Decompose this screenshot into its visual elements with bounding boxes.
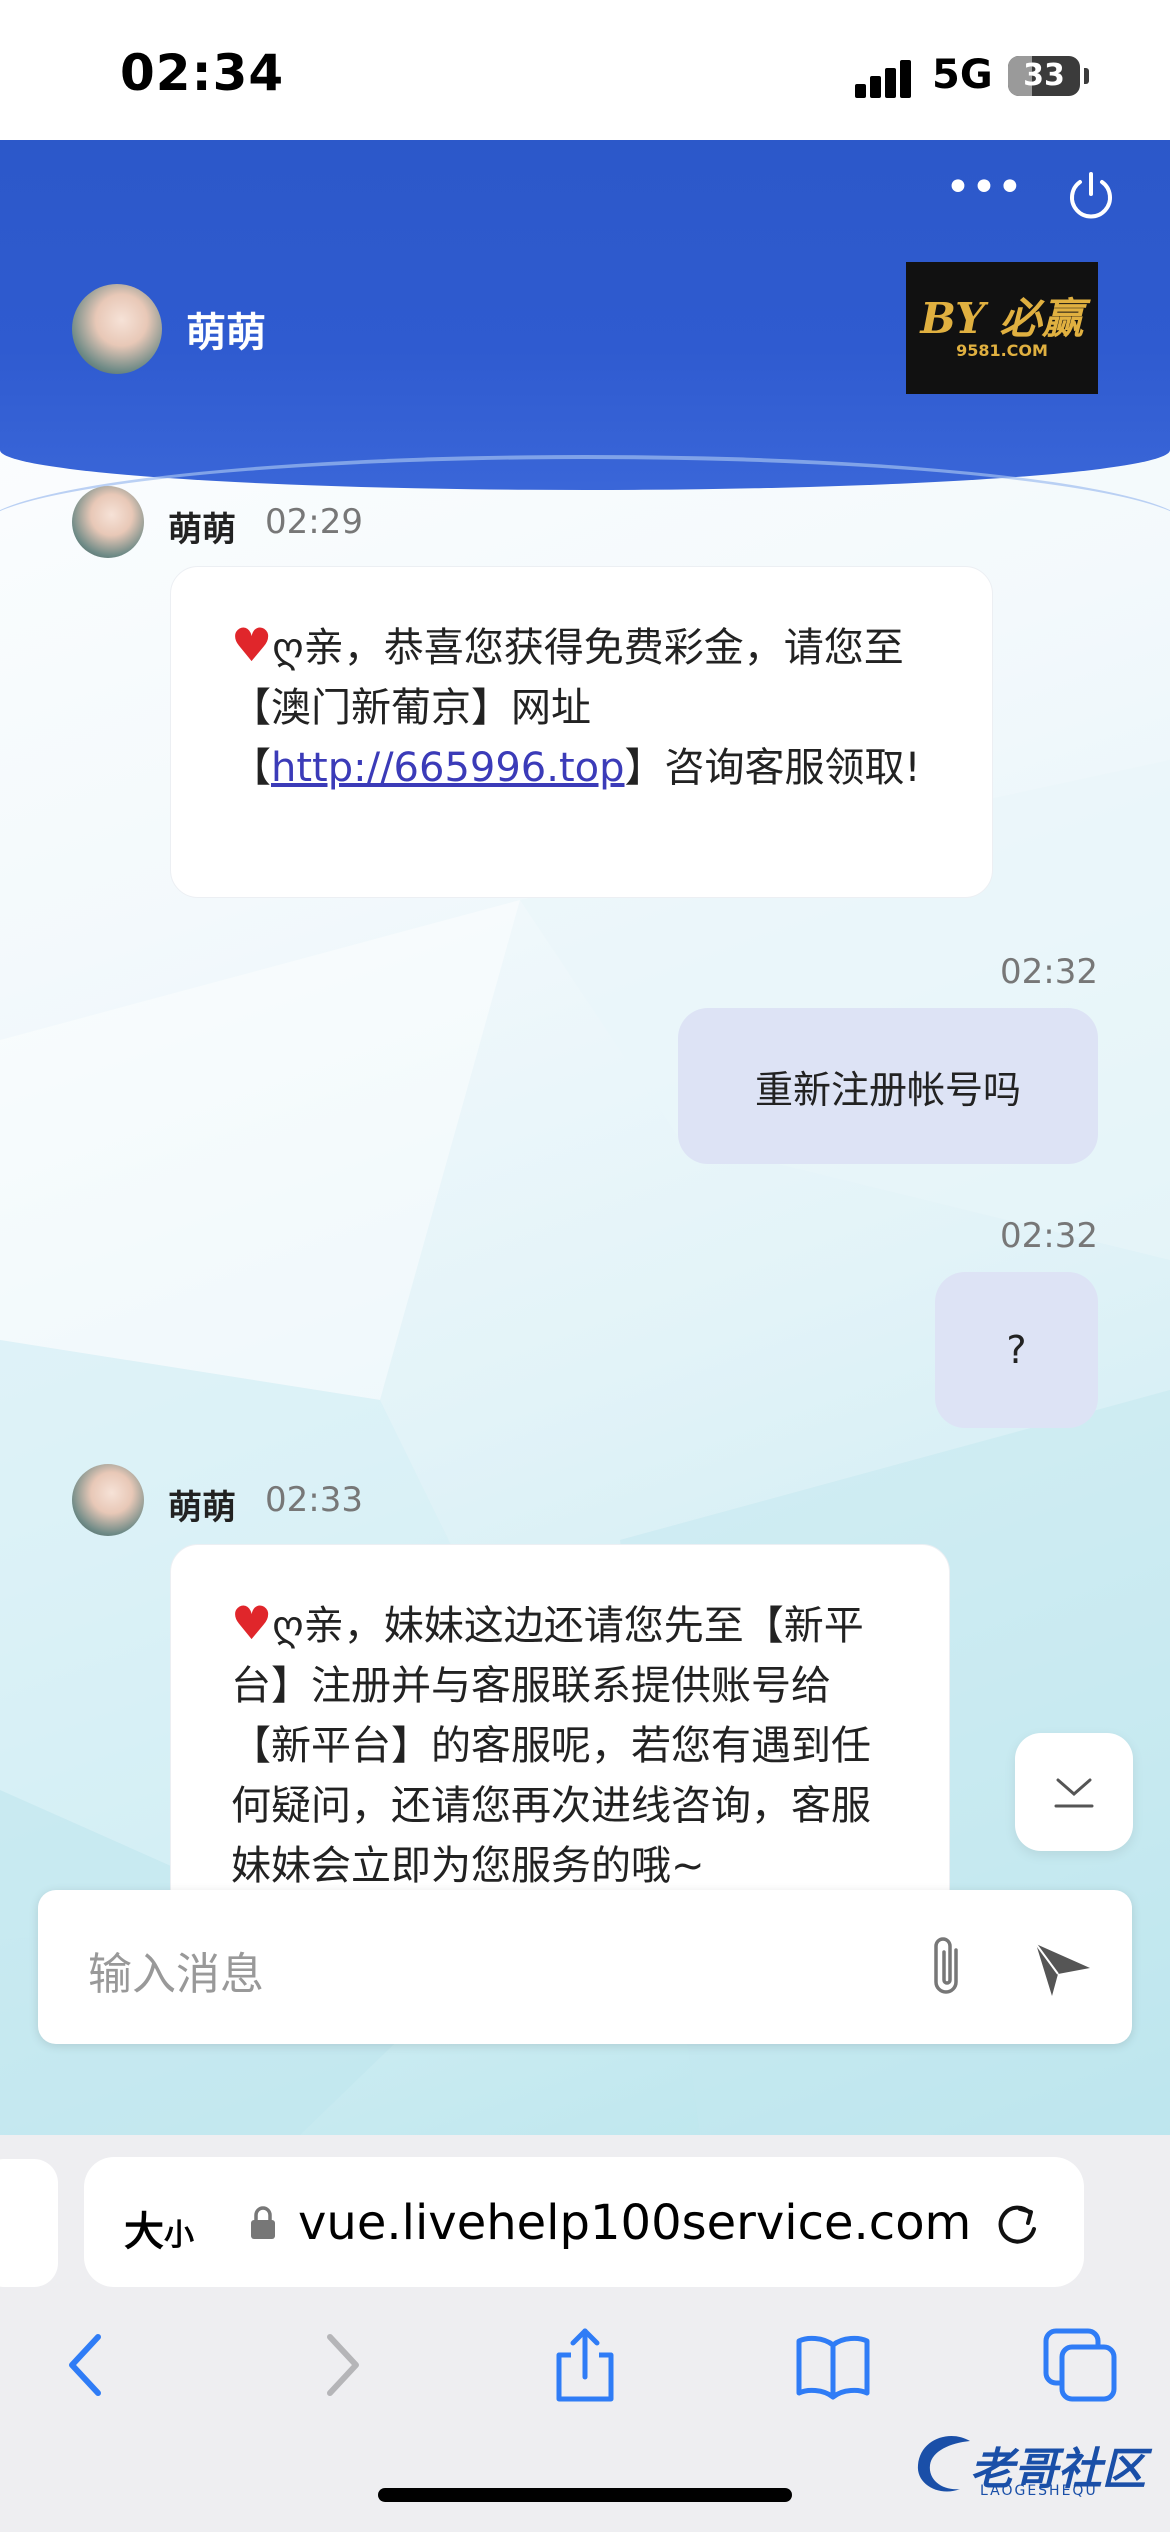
battery-level: 33 <box>1023 58 1065 93</box>
battery-icon: 33 <box>1008 56 1080 96</box>
scroll-down-button[interactable] <box>1015 1733 1133 1851</box>
heart-icon: ♥ <box>231 1596 273 1650</box>
message-bubble-incoming: ♥ღ亲，恭喜您获得免费彩金，请您至【澳门新葡京】网址【http://665996… <box>170 566 993 898</box>
signal-icon <box>855 58 915 98</box>
tabs-icon[interactable] <box>1040 2325 1120 2405</box>
message-time: 02:29 <box>265 502 363 542</box>
message-prefix: ღ <box>272 1603 304 1649</box>
message-text: ? <box>1006 1328 1027 1372</box>
network-label: 5G <box>932 52 993 98</box>
message-time: 02:32 <box>1000 1216 1098 1256</box>
status-bar: 02:34 5G 33 <box>0 0 1170 140</box>
text-size-button[interactable]: 大小 <box>124 2199 194 2257</box>
back-icon[interactable] <box>48 2325 128 2405</box>
message-avatar <box>72 1464 144 1536</box>
watermark-subtext: LAOGESHEQU <box>980 2483 1098 2499</box>
message-prefix: ღ <box>272 625 304 671</box>
share-icon[interactable] <box>545 2325 625 2405</box>
chevron-down-icon <box>1054 1778 1094 1808</box>
send-icon[interactable] <box>1028 1930 1098 2002</box>
message-text: ♥ღ亲，妹妹这边还请您先至【新平台】注册并与客服联系提供账号给【新平台】的客服呢… <box>231 1593 909 1893</box>
heart-icon: ♥ <box>231 618 273 672</box>
logo-sub-text: 9581.COM <box>956 340 1048 360</box>
message-bubble-incoming: ♥ღ亲，妹妹这边还请您先至【新平台】注册并与客服联系提供账号给【新平台】的客服呢… <box>170 1544 950 1894</box>
message-time: 02:33 <box>265 1480 363 1520</box>
watermark-logo: 老哥社区 LAOGESHEQU <box>910 2425 1160 2505</box>
url-text: vue.livehelp100service.com <box>298 2195 972 2251</box>
forward-icon[interactable] <box>300 2325 380 2405</box>
message-bubble-outgoing: ? <box>935 1272 1098 1428</box>
message-time: 02:32 <box>1000 952 1098 992</box>
text-size-large: 大 <box>124 2209 164 2255</box>
message-avatar <box>72 486 144 558</box>
reload-icon[interactable] <box>992 2199 1042 2249</box>
message-text: 重新注册帐号吗 <box>754 1067 1021 1112</box>
adjacent-tab[interactable] <box>0 2159 58 2287</box>
message-body: 亲，妹妹这边还请您先至【新平台】注册并与客服联系提供账号给【新平台】的客服呢，若… <box>231 1603 871 1889</box>
attachment-icon[interactable] <box>918 1930 978 2002</box>
brand-logo: BY 必赢 9581.COM <box>906 262 1098 394</box>
address-bar[interactable]: 大小 vue.livehelp100service.com <box>84 2157 1084 2287</box>
message-sender: 萌萌 <box>168 1488 236 1528</box>
lock-icon <box>251 2206 275 2239</box>
message-input-bar: 输入消息 <box>38 1890 1132 2044</box>
message-bubble-outgoing: 重新注册帐号吗 <box>678 1008 1098 1164</box>
message-input[interactable]: 输入消息 <box>88 1938 264 2002</box>
text-size-small: 小 <box>164 2218 194 2253</box>
message-sender: 萌萌 <box>168 510 236 550</box>
battery-tip <box>1084 68 1089 84</box>
power-icon[interactable] <box>1065 170 1117 222</box>
status-time: 02:34 <box>120 44 285 102</box>
message-text: ♥ღ亲，恭喜您获得免费彩金，请您至【澳门新葡京】网址【http://665996… <box>231 615 936 798</box>
agent-name: 萌萌 <box>186 310 266 356</box>
message-link[interactable]: http://665996.top <box>271 745 625 791</box>
home-indicator[interactable] <box>378 2488 792 2502</box>
agent-avatar <box>72 284 162 374</box>
logo-main-text: BY 必赢 <box>920 293 1084 343</box>
bookmarks-icon[interactable] <box>793 2325 873 2405</box>
more-icon[interactable]: ••• <box>945 166 1023 218</box>
message-text-after: 】咨询客服领取! <box>624 745 921 791</box>
